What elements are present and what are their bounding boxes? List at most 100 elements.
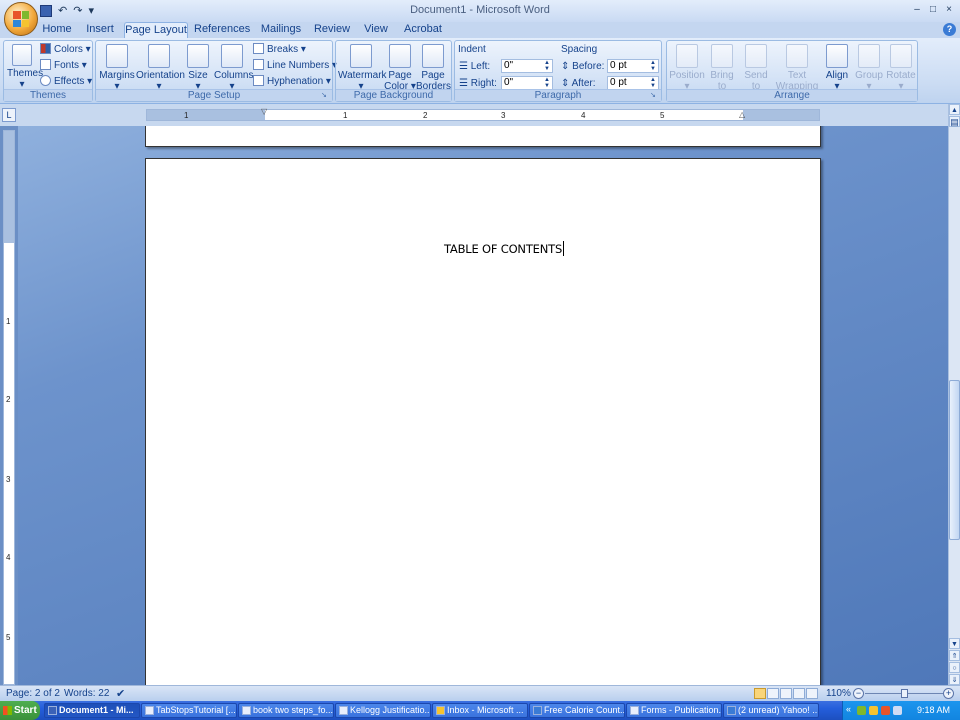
effects-button[interactable]: Effects ▾ xyxy=(40,75,92,89)
hyphenation-button[interactable]: Hyphenation ▾ xyxy=(253,75,331,89)
zoom-level[interactable]: 110% xyxy=(826,688,851,700)
tab-view[interactable]: View xyxy=(360,22,392,38)
zoom-in-icon[interactable]: + xyxy=(943,688,954,699)
margins-button[interactable]: Margins ▾ xyxy=(99,44,135,92)
tab-references[interactable]: References xyxy=(194,22,250,38)
clock[interactable]: 9:18 AM xyxy=(917,705,950,715)
tab-selector-button[interactable]: L xyxy=(2,108,16,122)
previous-page-icon[interactable]: ⇑ xyxy=(949,650,960,661)
spin-arrows-icon[interactable]: ▲ ▼ xyxy=(650,60,656,72)
security-icon[interactable] xyxy=(869,706,878,715)
vertical-scrollbar[interactable]: ▲ ▤ ▼ ⇑ ○ ⇓ xyxy=(948,104,960,685)
watermark-button[interactable]: Watermark ▾ xyxy=(338,44,387,92)
scroll-down-icon[interactable]: ▼ xyxy=(949,638,960,649)
zoom-slider-thumb[interactable] xyxy=(901,689,908,698)
size-button[interactable]: Size ▾ xyxy=(186,44,210,92)
group-button[interactable]: Group ▾ xyxy=(853,44,885,92)
taskbar-item[interactable]: Inbox - Microsoft ... xyxy=(432,703,528,718)
document-text[interactable]: TABLE OF CONTENTS xyxy=(444,241,565,256)
page-count[interactable]: Page: 2 of 2 xyxy=(6,688,60,700)
vertical-ruler[interactable]: 1 2 3 4 5 xyxy=(3,130,15,685)
left-margin-area xyxy=(147,110,265,120)
ruler-toggle-icon[interactable]: ▤ xyxy=(949,116,960,127)
horizontal-ruler[interactable]: 1 1 2 3 4 5 ▽ △ xyxy=(146,108,820,121)
spacing-after-input[interactable]: 0 pt ▲ ▼ xyxy=(607,76,659,90)
page-borders-icon xyxy=(422,44,444,68)
help-icon[interactable]: ? xyxy=(943,23,956,36)
draft-view-icon[interactable] xyxy=(806,688,818,699)
taskbar-item[interactable]: Kellogg Justificatio... xyxy=(335,703,431,718)
columns-button[interactable]: Columns ▾ xyxy=(214,44,253,92)
maximize-button[interactable]: □ xyxy=(926,3,940,17)
taskbar-item[interactable]: (2 unread) Yahoo! ... xyxy=(723,703,819,718)
page-borders-button[interactable]: Page Borders xyxy=(416,44,451,92)
start-button[interactable]: Start xyxy=(0,701,40,720)
spin-arrows-icon[interactable]: ▲ ▼ xyxy=(544,77,550,89)
indent-right-input[interactable]: 0" ▲ ▼ xyxy=(501,76,553,90)
spacing-before-input[interactable]: 0 pt ▲ ▼ xyxy=(607,59,659,73)
page-setup-launcher-icon[interactable]: ↘ xyxy=(321,91,330,100)
paragraph-launcher-icon[interactable]: ↘ xyxy=(650,91,659,100)
rotate-button[interactable]: Rotate ▾ xyxy=(885,44,917,92)
position-button[interactable]: Position ▾ xyxy=(669,44,705,92)
ruler-number: 2 xyxy=(6,395,11,404)
send-to-back-icon xyxy=(745,44,767,68)
tab-review[interactable]: Review xyxy=(312,22,352,38)
top-margin-area xyxy=(4,131,14,243)
breaks-button[interactable]: Breaks ▾ xyxy=(253,43,306,57)
show-hidden-icons-icon[interactable]: « xyxy=(846,704,851,714)
tab-page-layout[interactable]: Page Layout xyxy=(124,22,188,38)
themes-button[interactable]: Themes ▾ xyxy=(7,44,43,90)
tab-acrobat[interactable]: Acrobat xyxy=(402,22,444,38)
full-screen-reading-view-icon[interactable] xyxy=(767,688,779,699)
tab-home[interactable]: Home xyxy=(40,22,74,38)
fonts-button[interactable]: Fonts ▾ xyxy=(40,59,87,73)
taskbar-item[interactable]: book two steps_fo... xyxy=(238,703,334,718)
taskbar-item[interactable]: Free Calorie Count... xyxy=(529,703,625,718)
word-count[interactable]: Words: 22 xyxy=(64,688,109,700)
print-layout-view-icon[interactable] xyxy=(754,688,766,699)
ruler-number: 1 xyxy=(6,317,11,326)
minimize-button[interactable]: ‒ xyxy=(910,3,924,17)
tab-insert[interactable]: Insert xyxy=(82,22,118,38)
close-button[interactable]: × xyxy=(942,3,956,17)
proofing-icon[interactable]: ✔ xyxy=(116,688,125,700)
line-numbers-button[interactable]: Line Numbers ▾ xyxy=(253,59,337,73)
web-layout-view-icon[interactable] xyxy=(780,688,792,699)
document-page[interactable]: TABLE OF CONTENTS xyxy=(145,158,821,685)
volume-icon[interactable] xyxy=(893,706,902,715)
align-button[interactable]: Align ▾ xyxy=(823,44,851,92)
text-wrapping-icon xyxy=(786,44,808,68)
ribbon: Themes ▾ Colors ▾ Fonts ▾ Effects ▾ Theme… xyxy=(0,38,960,104)
taskbar-item[interactable]: Document1 - Mi... xyxy=(44,703,140,718)
next-page-icon[interactable]: ⇓ xyxy=(949,674,960,685)
browser-icon xyxy=(727,706,736,715)
taskbar-item[interactable]: TabStopsTutorial [... xyxy=(141,703,237,718)
paragraph-group-label: Paragraph xyxy=(455,89,661,101)
previous-page[interactable] xyxy=(145,126,821,147)
indent-left-input[interactable]: 0" ▲ ▼ xyxy=(501,59,553,73)
bring-to-front-icon xyxy=(711,44,733,68)
fonts-icon xyxy=(40,59,51,70)
first-line-indent-marker[interactable]: ▽ xyxy=(261,108,267,116)
taskbar-item[interactable]: Forms - Publication... xyxy=(626,703,722,718)
right-indent-marker[interactable]: △ xyxy=(739,111,745,119)
scrollbar-thumb[interactable] xyxy=(949,380,960,540)
tab-mailings[interactable]: Mailings xyxy=(258,22,304,38)
spin-arrows-icon[interactable]: ▲ ▼ xyxy=(544,60,550,72)
document-icon xyxy=(630,706,639,715)
outline-view-icon[interactable] xyxy=(793,688,805,699)
orientation-button[interactable]: Orientation ▾ xyxy=(136,44,185,92)
browse-object-icon[interactable]: ○ xyxy=(949,662,960,673)
system-tray: « 9:18 AM xyxy=(842,701,960,720)
antivirus-icon[interactable] xyxy=(881,706,890,715)
title-bar: ↶ ↷ ▾ Document1 - Microsoft Word ‒ □ × xyxy=(0,0,960,22)
spacing-header: Spacing xyxy=(561,44,598,55)
scroll-up-icon[interactable]: ▲ xyxy=(949,104,960,115)
page-color-button[interactable]: Page Color ▾ xyxy=(384,44,416,92)
colors-button[interactable]: Colors ▾ xyxy=(40,43,91,57)
office-button[interactable] xyxy=(4,2,38,36)
spin-arrows-icon[interactable]: ▲ ▼ xyxy=(650,77,656,89)
zoom-out-icon[interactable]: − xyxy=(853,688,864,699)
network-icon[interactable] xyxy=(857,706,866,715)
